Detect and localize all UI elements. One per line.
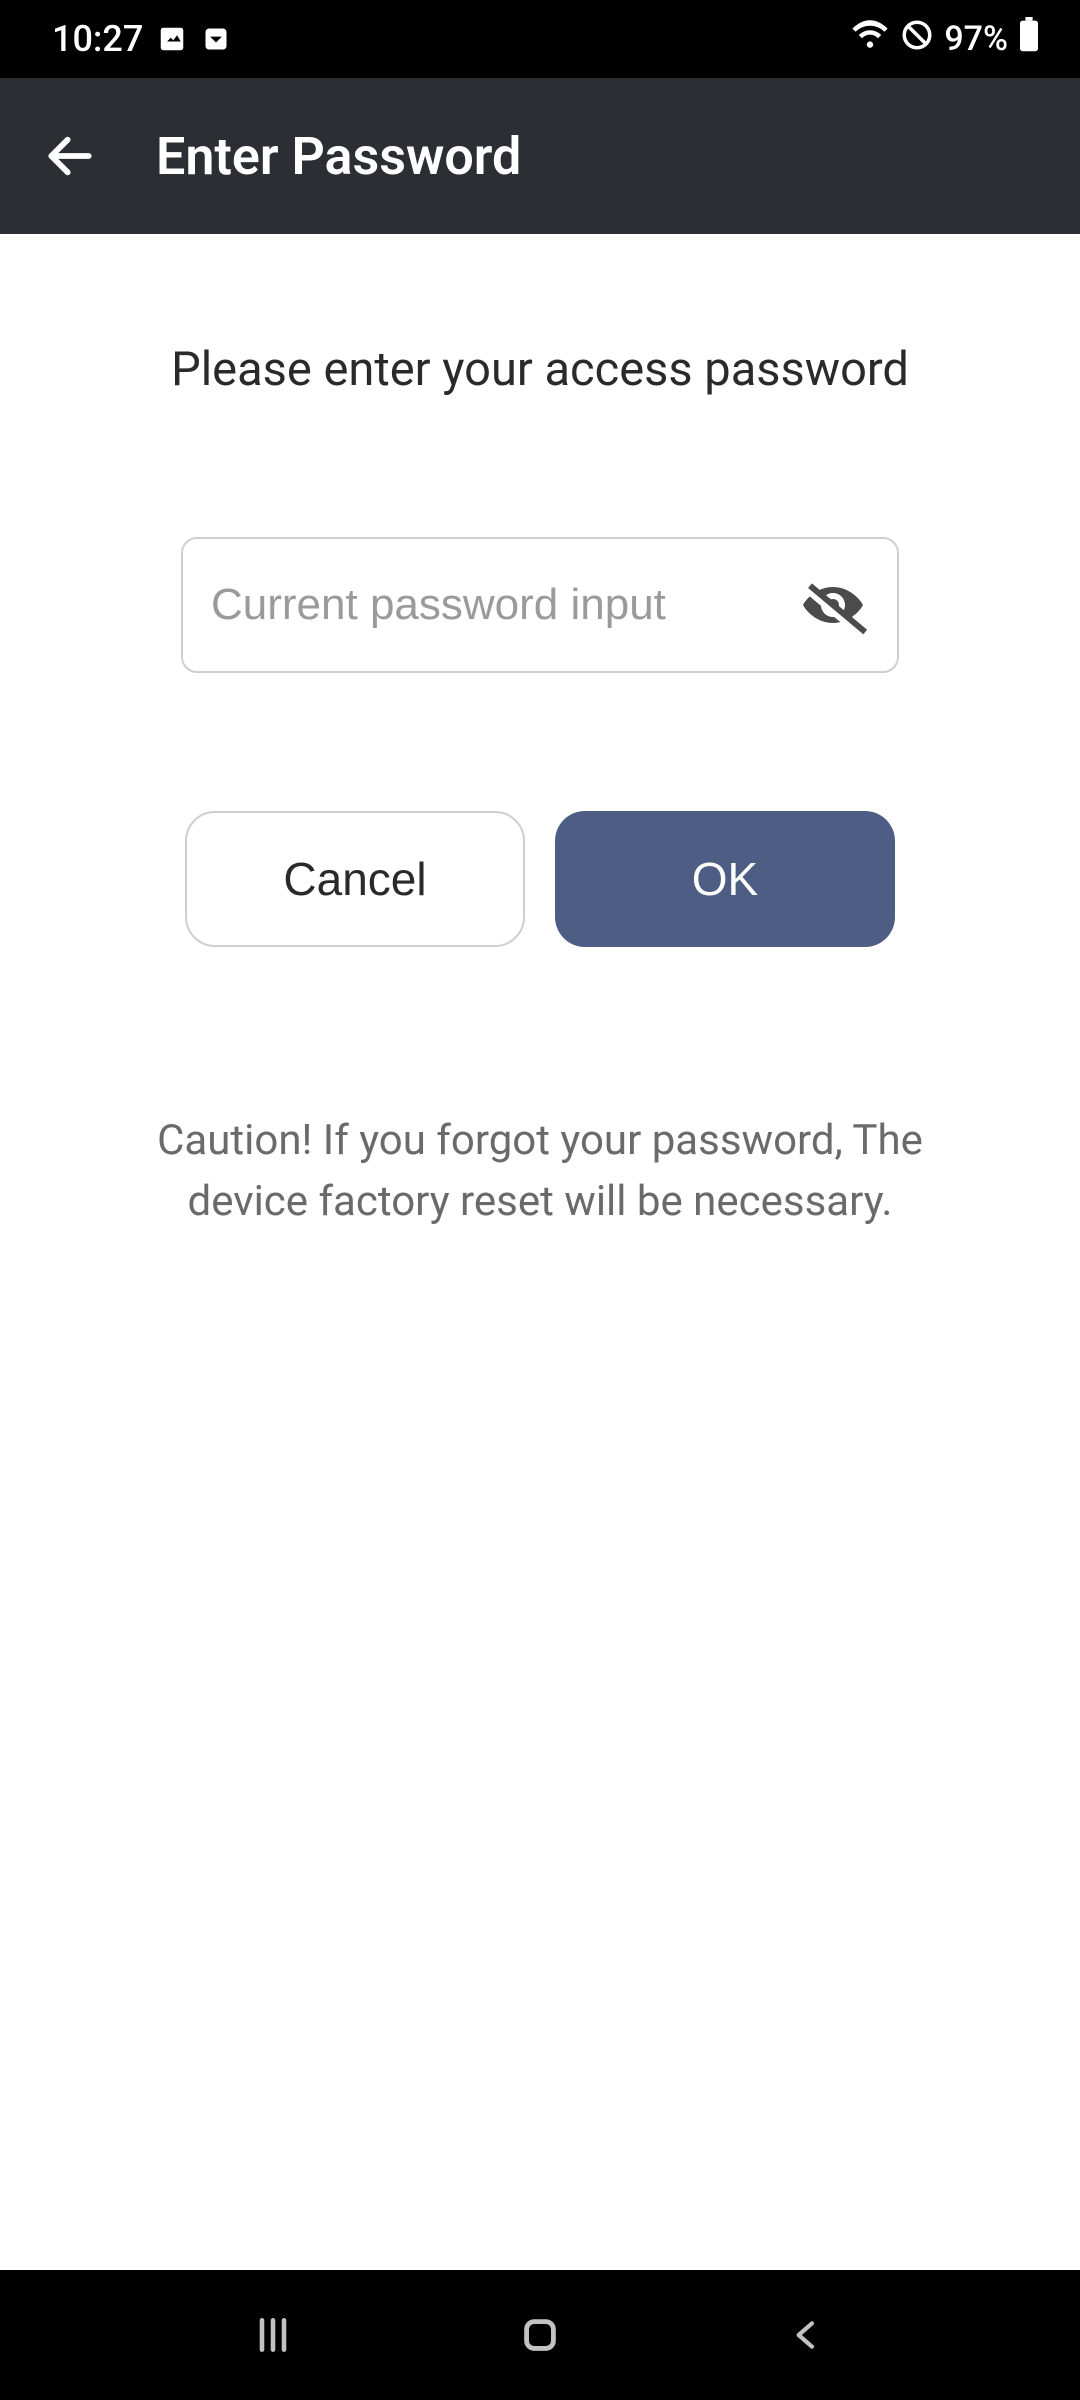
ok-button[interactable]: OK: [555, 811, 895, 947]
cancel-button[interactable]: Cancel: [185, 811, 525, 947]
back-button[interactable]: [40, 126, 100, 186]
page-title: Enter Password: [156, 126, 521, 187]
navigation-bar: [0, 2270, 1080, 2400]
button-row: Cancel OK: [185, 811, 895, 947]
picture-icon: [157, 24, 187, 54]
toggle-visibility-button[interactable]: [793, 565, 873, 645]
status-right: 97%: [850, 17, 1040, 62]
home-icon: [517, 2312, 563, 2358]
status-time: 10:27: [52, 18, 143, 60]
nav-back-button[interactable]: [767, 2295, 847, 2375]
nav-recents-button[interactable]: [233, 2295, 313, 2375]
app-bar: Enter Password: [0, 78, 1080, 234]
arrow-left-icon: [42, 128, 98, 184]
battery-percent: 97%: [944, 19, 1008, 59]
eye-off-icon: [797, 569, 869, 641]
nav-home-button[interactable]: [500, 2295, 580, 2375]
password-input[interactable]: [211, 580, 793, 630]
battery-icon: [1018, 17, 1040, 62]
prompt-text: Please enter your access password: [60, 342, 1020, 397]
checkbox-icon: [201, 24, 231, 54]
status-left: 10:27: [52, 18, 231, 60]
content-area: Please enter your access password Cancel…: [0, 234, 1080, 2270]
do-not-disturb-icon: [900, 18, 934, 61]
status-bar: 10:27 97%: [0, 0, 1080, 78]
password-input-container: [181, 537, 899, 673]
chevron-left-icon: [787, 2315, 827, 2355]
recents-icon: [251, 2313, 295, 2357]
wifi-icon: [850, 19, 890, 60]
caution-text: Caution! If you forgot your password, Th…: [100, 1111, 980, 1233]
